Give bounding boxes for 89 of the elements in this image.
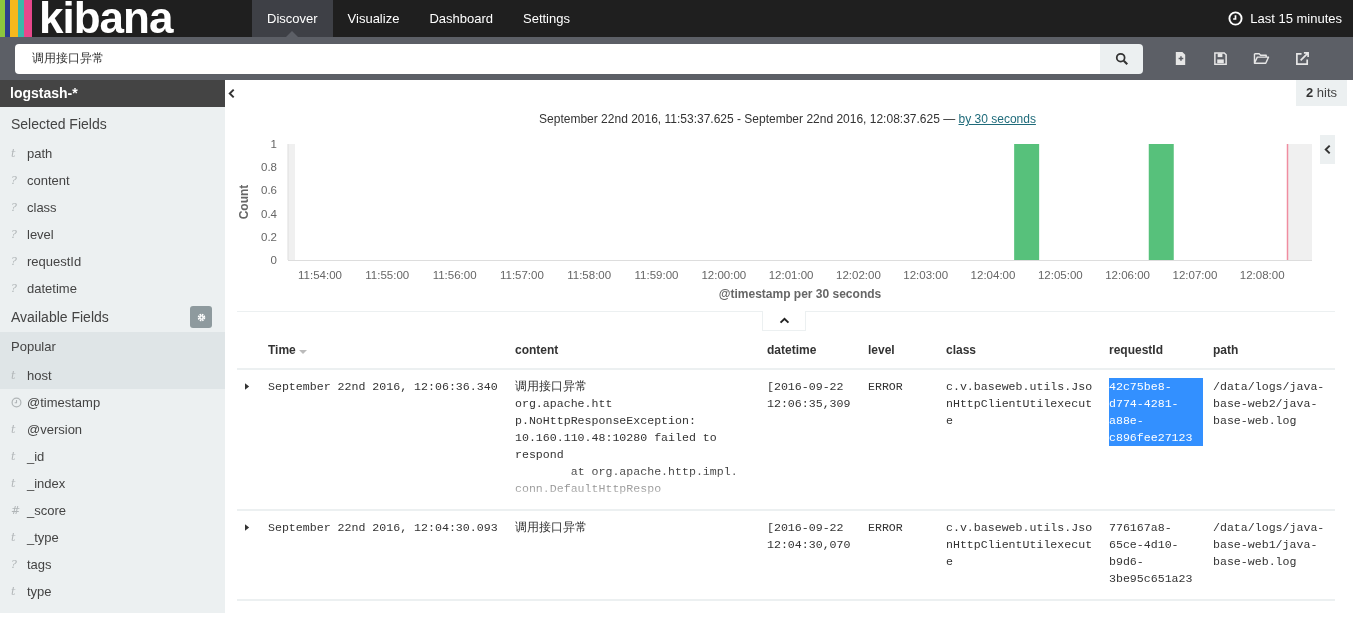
field-type-icon: ? [11, 255, 27, 268]
x-tick-label: 12:05:00 [1037, 269, 1083, 281]
group-heading: Popular [10, 338, 57, 356]
table-cell-text: /data/logs/java-base-web2/java-base-web.log [1213, 379, 1326, 429]
chevron-up-icon [778, 317, 790, 324]
chevron-left-icon [1324, 144, 1331, 155]
column-header[interactable]: path [1213, 343, 1335, 357]
table-cell-text: [2016-09-22 12:04:30,070 [767, 520, 852, 553]
field-type-icon: # [11, 504, 27, 517]
time-picker[interactable]: Last 15 minutes [1228, 0, 1353, 37]
y-tick-label: 0.8 [261, 161, 277, 174]
y-tick-label: 0.4 [261, 207, 278, 220]
folder-icon[interactable] [1253, 51, 1270, 66]
section-heading: Available Fields [11, 309, 109, 325]
field-type-icon: ? [11, 282, 27, 295]
field-item[interactable]: ? content [0, 167, 225, 194]
table-cell: 776167a8-65ce-4d10-b9d6-3be95c651a23 [1109, 521, 1193, 585]
x-tick-label: 12:06:00 [1105, 269, 1150, 281]
field-type-icon: ? [11, 201, 27, 214]
column-header[interactable]: Time [268, 343, 515, 357]
column-header[interactable]: class [946, 343, 1109, 357]
table-cell-text: September 22nd 2016, 12:04:30.093 [268, 520, 499, 536]
x-tick-label: 12:08:00 [1239, 269, 1285, 281]
collapse-button[interactable] [1320, 135, 1335, 164]
x-tick-label: 12:02:00 [836, 269, 881, 281]
x-tick-label: 11:59:00 [634, 269, 679, 281]
column-header[interactable]: requestId [1109, 343, 1213, 357]
column-header[interactable]: datetime [767, 343, 868, 357]
table-cell-text: [2016-09-22 12:06:35,309 [767, 379, 852, 412]
share-icon[interactable] [1295, 51, 1310, 66]
nav-tab[interactable]: Visualize [332, 0, 415, 37]
field-type-icon: ? [11, 174, 27, 187]
column-header[interactable]: level [868, 343, 946, 357]
table-cell: 42c75be8-d774-4281-a88e-c896fee27123 [1109, 378, 1203, 446]
clock-icon [1228, 11, 1244, 26]
x-tick-label: 12:04:00 [970, 269, 1016, 281]
nav-tab[interactable]: Dashboard [414, 0, 508, 37]
index-pattern-title[interactable]: logstash-* [0, 80, 225, 107]
y-tick-label: 0.6 [261, 184, 277, 197]
field-item[interactable]: ? class [0, 194, 225, 221]
x-tick-label: 11:55:00 [365, 269, 410, 281]
x-tick-label: 12:01:00 [768, 269, 814, 281]
table-cell-text: 调用接口异常 [515, 520, 588, 536]
x-tick-label: 11:57:00 [499, 269, 544, 281]
field-item[interactable]: ? requestId [0, 248, 225, 275]
new-document-icon[interactable] [1173, 51, 1188, 66]
x-tick-label: 12:07:00 [1172, 269, 1218, 281]
y-axis-label: Count [237, 184, 251, 220]
search-field[interactable]: 调用接口异常 [15, 43, 1100, 74]
kibana-logo[interactable]: kibana [0, 0, 252, 37]
y-tick-label: 0 [270, 254, 277, 266]
x-tick-label: 12:03:00 [903, 269, 949, 281]
chart-toggle-button[interactable] [762, 311, 806, 331]
y-axis: 0 0.2 0.4 0.6 0.8 1 [261, 138, 289, 266]
column-header[interactable]: content [515, 343, 767, 357]
interval-link[interactable]: by 30 seconds [958, 112, 1036, 126]
field-item[interactable]: # _score [0, 497, 225, 524]
section-heading: Selected Fields [10, 115, 108, 134]
x-tick-label: 12:00:00 [701, 269, 747, 281]
table-cell-text: c.v.baseweb.utils.JsonHttpClientUtilexecute [946, 520, 1094, 570]
field-type-icon: ? [11, 558, 27, 571]
x-tick-label: 11:54:00 [298, 269, 342, 281]
field-item[interactable]: ? tags [0, 551, 225, 578]
settings-button[interactable] [190, 306, 212, 328]
table-cell-text: /data/logs/java-base-web1/java-base-web.log [1213, 520, 1326, 570]
nav-tab[interactable]: Settings [508, 0, 585, 37]
time-range-text: September 22nd 2016, 11:53:37.625 - September 22nd 2016, 12:08:37.625 — [539, 112, 956, 126]
field-type-icon: ? [11, 228, 27, 241]
save-icon[interactable] [1213, 51, 1228, 66]
search-icon [1114, 51, 1129, 66]
gear-icon [195, 311, 207, 323]
field-item[interactable]: ? level [0, 221, 225, 248]
y-tick-label: 1 [270, 138, 277, 150]
x-axis-label: @timestamp per 30 seconds [718, 287, 882, 301]
search-button[interactable] [1100, 43, 1143, 74]
field-item[interactable]: @timestamp [0, 389, 225, 416]
x-tick-label: 11:56:00 [432, 269, 477, 281]
table-cell-text: 调用接口异常 org.apache.htt p.NoHttpResponseException: 10.160.110.48:10280 failed to respond at org.apache.http.impl. conn.DefaultHttpRespo [515, 379, 739, 497]
hits-count: 2 hits [1295, 80, 1347, 106]
x-tick-label: 11:58:00 [567, 269, 612, 281]
clock-icon [11, 397, 22, 408]
collapse-icon[interactable] [227, 88, 235, 99]
table-cell-text: ERROR [868, 379, 904, 395]
table-cell-text: September 22nd 2016, 12:06:36.340 [268, 379, 499, 395]
table-cell-text: ERROR [868, 520, 904, 536]
table-cell-text: c.v.baseweb.utils.JsonHttpClientUtilexecute [946, 379, 1094, 429]
field-item[interactable]: ? datetime [0, 275, 225, 302]
nav-tab[interactable]: Discover [252, 0, 333, 37]
y-tick-label: 0.2 [261, 230, 277, 243]
